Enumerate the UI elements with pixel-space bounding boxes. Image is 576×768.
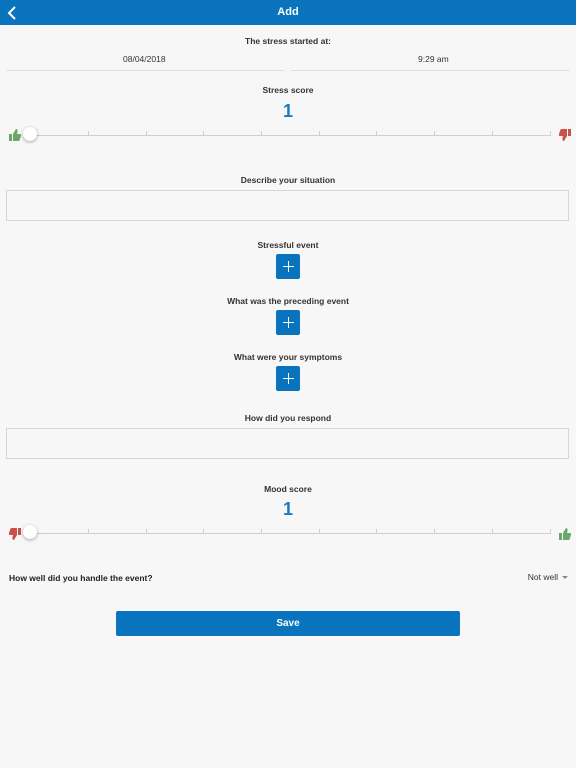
respond-input[interactable] [6, 428, 569, 459]
slider-tick [319, 131, 320, 136]
slider-tick [376, 131, 377, 136]
time-underline [291, 70, 570, 71]
slider-thumb[interactable] [23, 127, 37, 141]
stress-date-field[interactable]: 08/04/2018 [123, 54, 166, 64]
slider-track [26, 135, 551, 136]
thumbs-up-icon [9, 129, 22, 141]
slider-tick [203, 131, 204, 136]
slider-tick [434, 529, 435, 534]
date-underline [6, 70, 284, 71]
slider-tick [492, 131, 493, 136]
mood-score-slider[interactable] [23, 523, 551, 543]
handle-event-selected: Not well [527, 572, 558, 582]
plus-icon [282, 373, 294, 384]
stress-started-label: The stress started at: [245, 36, 331, 46]
slider-tick [146, 131, 147, 136]
page-title: Add [277, 6, 299, 18]
slider-tick [261, 529, 262, 534]
slider-tick [376, 529, 377, 534]
preceding-event-label: What was the preceding event [227, 296, 349, 306]
add-preceding-event-button[interactable] [276, 310, 300, 335]
slider-thumb[interactable] [23, 525, 37, 539]
stress-score-slider[interactable] [23, 125, 551, 145]
thumbs-down-icon [8, 528, 21, 540]
handle-event-dropdown[interactable]: Not well [528, 572, 568, 582]
thumbs-up-icon [559, 528, 572, 540]
slider-tick [88, 131, 89, 136]
plus-icon [282, 261, 294, 272]
add-symptoms-button[interactable] [276, 366, 300, 391]
stress-score-label: Stress score [262, 85, 314, 95]
handle-event-question: How well did you handle the event? [9, 573, 153, 583]
respond-label: How did you respond [244, 413, 332, 423]
slider-tick [550, 131, 551, 136]
slider-tick [88, 529, 89, 534]
mood-score-label: Mood score [264, 484, 312, 494]
slider-tick [261, 131, 262, 136]
describe-situation-input[interactable] [6, 190, 569, 221]
stressful-event-label: Stressful event [257, 240, 319, 250]
slider-tick [319, 529, 320, 534]
stress-score-value: 1 [282, 101, 293, 121]
navigation-bar: Add [0, 0, 576, 25]
describe-situation-label: Describe your situation [240, 175, 336, 185]
stress-time-field[interactable]: 9:29 am [418, 54, 449, 64]
slider-tick [146, 529, 147, 534]
symptoms-label: What were your symptoms [233, 352, 343, 362]
thumbs-down-icon [558, 129, 571, 141]
plus-icon [282, 317, 294, 328]
slider-track [26, 533, 551, 534]
slider-tick [203, 529, 204, 534]
mood-score-value: 1 [282, 499, 293, 519]
slider-tick [492, 529, 493, 534]
slider-tick [434, 131, 435, 136]
save-button[interactable]: Save [116, 611, 460, 636]
slider-tick [550, 529, 551, 534]
chevron-down-icon [562, 575, 568, 579]
add-stressful-event-button[interactable] [276, 254, 300, 279]
